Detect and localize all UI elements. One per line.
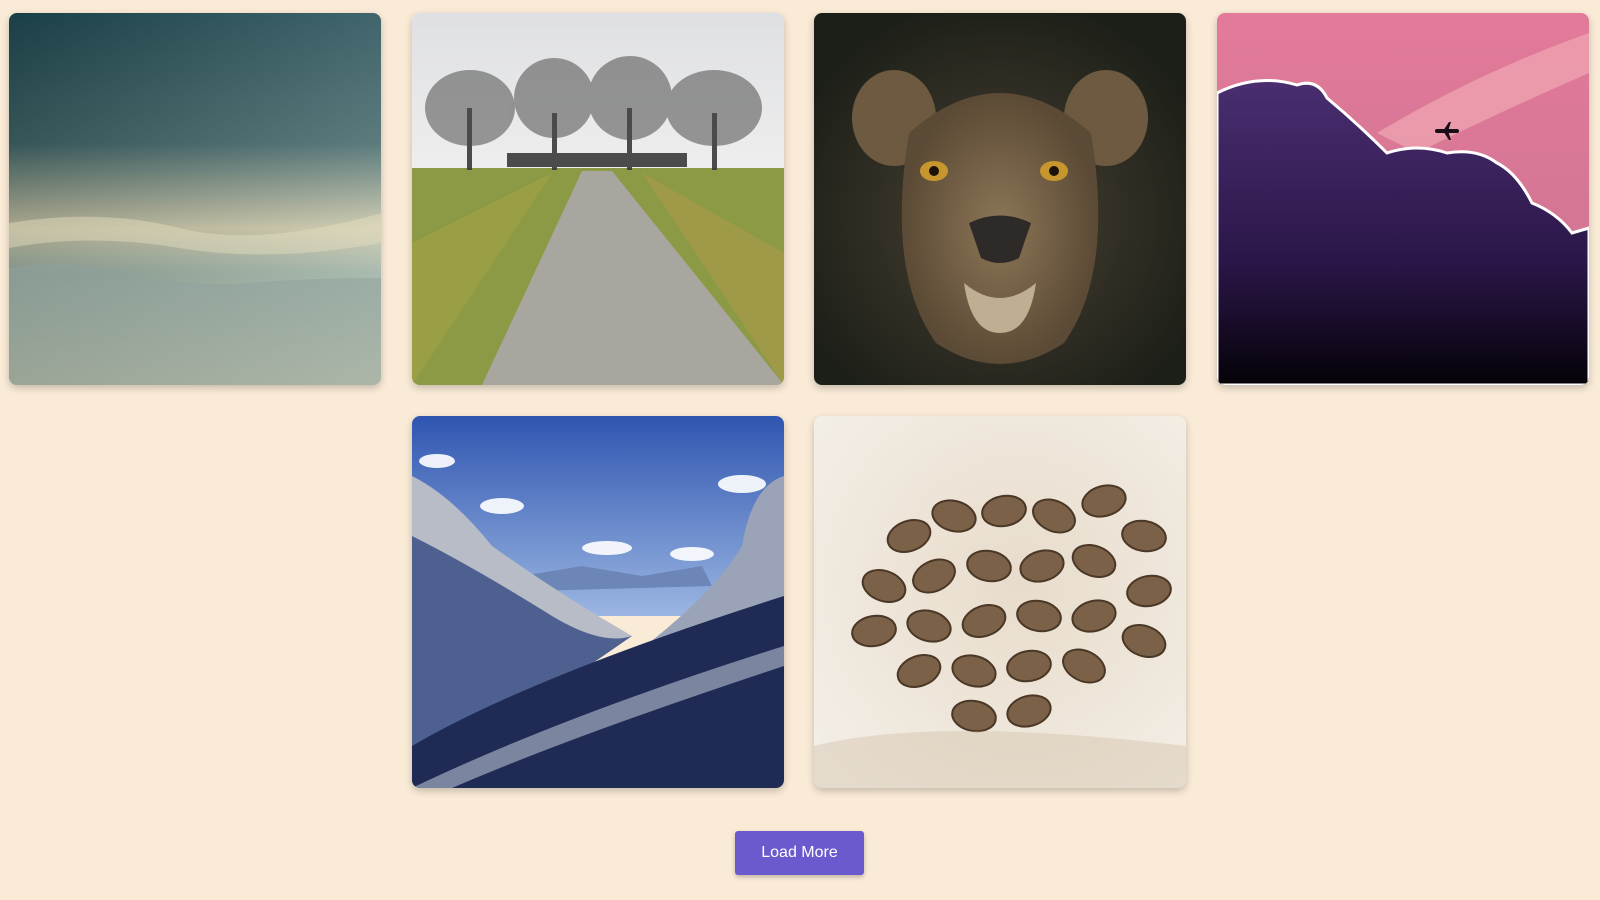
- stormy-sky-image: [9, 13, 381, 385]
- gallery-image-gravel-path[interactable]: [412, 13, 784, 385]
- gallery-image-stormy-sky[interactable]: [9, 13, 381, 385]
- coffee-beans-image: [814, 416, 1186, 788]
- load-more-button[interactable]: Load More: [735, 831, 864, 875]
- gravel-path-image: [412, 13, 784, 385]
- gallery-image-sunset-clouds[interactable]: [1217, 13, 1589, 385]
- image-gallery: [0, 0, 1600, 800]
- gallery-image-lioness[interactable]: [814, 13, 1186, 385]
- sunset-clouds-image: [1217, 13, 1589, 385]
- gallery-image-coffee-beans[interactable]: [814, 416, 1186, 788]
- lioness-image: [814, 13, 1186, 385]
- gallery-image-mountain-valley[interactable]: [412, 416, 784, 788]
- mountain-valley-image: [412, 416, 784, 788]
